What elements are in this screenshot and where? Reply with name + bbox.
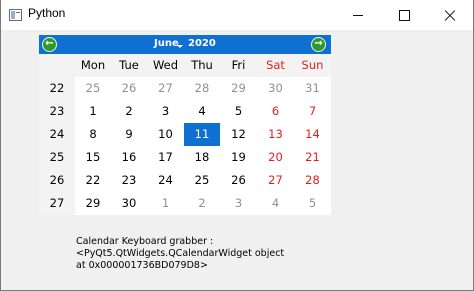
week-row: 27 29 30 1 2 3 4 5 [39, 192, 331, 215]
info-line: <PyQt5.QtWidgets.QCalendarWidget object [76, 248, 285, 259]
day-cell[interactable]: 10 [147, 123, 184, 146]
maximize-button[interactable] [381, 0, 427, 30]
day-cell[interactable]: 15 [75, 146, 111, 169]
day-cell[interactable]: 3 [147, 100, 184, 123]
info-line: Calendar Keyboard grabber : [76, 236, 214, 247]
week-number: 26 [39, 169, 75, 192]
header-corner [39, 54, 75, 77]
day-cell[interactable]: 26 [220, 169, 257, 192]
info-label: Calendar Keyboard grabber : <PyQt5.QtWid… [76, 236, 284, 272]
week-number: 23 [39, 100, 75, 123]
week-row: 25 15 16 17 18 19 20 21 [39, 146, 331, 169]
day-cell[interactable]: 27 [257, 169, 294, 192]
day-cell[interactable]: 4 [257, 192, 294, 215]
day-cell[interactable]: 24 [147, 169, 184, 192]
weekday-label: Mon [75, 54, 111, 77]
day-cell[interactable]: 18 [184, 146, 220, 169]
day-cell[interactable]: 29 [75, 192, 111, 215]
week-number: 27 [39, 192, 75, 215]
day-cell[interactable]: 27 [147, 77, 184, 100]
arrow-right-icon[interactable]: → [311, 37, 326, 52]
day-cell[interactable]: 31 [294, 77, 331, 100]
day-cell[interactable]: 19 [220, 146, 257, 169]
calendar-grid: Mon Tue Wed Thu Fri Sat Sun 22 25 26 27 … [39, 54, 331, 215]
day-cell[interactable]: 14 [294, 123, 331, 146]
app-window: Python ← June 2020 → Mon Tue Wed Thu Fri… [0, 0, 474, 291]
selected-day-cell[interactable]: 11 [184, 123, 220, 146]
month-selector[interactable]: June [154, 38, 179, 49]
day-cell[interactable]: 16 [111, 146, 147, 169]
weekday-label: Wed [147, 54, 184, 77]
day-cell[interactable]: 13 [257, 123, 294, 146]
weekday-label: Fri [220, 54, 257, 77]
day-cell[interactable]: 22 [75, 169, 111, 192]
day-cell[interactable]: 4 [184, 100, 220, 123]
day-cell[interactable]: 20 [257, 146, 294, 169]
weekday-label: Tue [111, 54, 147, 77]
week-number: 22 [39, 77, 75, 100]
year-selector[interactable]: 2020 [188, 38, 216, 49]
day-cell[interactable]: 21 [294, 146, 331, 169]
day-cell[interactable]: 28 [294, 169, 331, 192]
weekday-header-row: Mon Tue Wed Thu Fri Sat Sun [39, 54, 331, 77]
day-cell[interactable]: 30 [111, 192, 147, 215]
day-cell[interactable]: 8 [75, 123, 111, 146]
day-cell[interactable]: 5 [294, 192, 331, 215]
day-cell[interactable]: 1 [147, 192, 184, 215]
day-cell[interactable]: 30 [257, 77, 294, 100]
week-number: 25 [39, 146, 75, 169]
title-bar[interactable]: Python [1, 0, 473, 30]
weekday-label: Thu [184, 54, 220, 77]
day-cell[interactable]: 9 [111, 123, 147, 146]
day-cell[interactable]: 25 [75, 77, 111, 100]
week-row: 24 8 9 10 11 12 13 14 [39, 123, 331, 146]
day-cell[interactable]: 17 [147, 146, 184, 169]
day-cell[interactable]: 7 [294, 100, 331, 123]
weekday-label: Sat [257, 54, 294, 77]
weekday-label: Sun [294, 54, 331, 77]
day-cell[interactable]: 1 [75, 100, 111, 123]
day-cell[interactable]: 26 [111, 77, 147, 100]
day-cell[interactable]: 25 [184, 169, 220, 192]
day-cell[interactable]: 6 [257, 100, 294, 123]
day-cell[interactable]: 2 [184, 192, 220, 215]
week-row: 23 1 2 3 4 5 6 7 [39, 100, 331, 123]
week-number: 24 [39, 123, 75, 146]
calendar-widget[interactable]: ← June 2020 → Mon Tue Wed Thu Fri Sat Su… [39, 35, 331, 215]
day-cell[interactable]: 5 [220, 100, 257, 123]
day-cell[interactable]: 23 [111, 169, 147, 192]
day-cell[interactable]: 2 [111, 100, 147, 123]
app-window-icon [9, 9, 22, 21]
week-row: 22 25 26 27 28 29 30 31 [39, 77, 331, 100]
week-row: 26 22 23 24 25 26 27 28 [39, 169, 331, 192]
day-cell[interactable]: 28 [184, 77, 220, 100]
arrow-left-icon[interactable]: ← [42, 37, 57, 52]
day-cell[interactable]: 29 [220, 77, 257, 100]
close-button[interactable] [427, 0, 473, 30]
chevron-down-icon[interactable] [177, 45, 183, 48]
calendar-navigation-bar: ← June 2020 → [39, 35, 331, 54]
minimize-button[interactable] [335, 0, 381, 30]
day-cell[interactable]: 12 [220, 123, 257, 146]
window-title: Python [28, 6, 66, 20]
day-cell[interactable]: 3 [220, 192, 257, 215]
info-line: at 0x000001736BD079D8> [76, 260, 208, 271]
